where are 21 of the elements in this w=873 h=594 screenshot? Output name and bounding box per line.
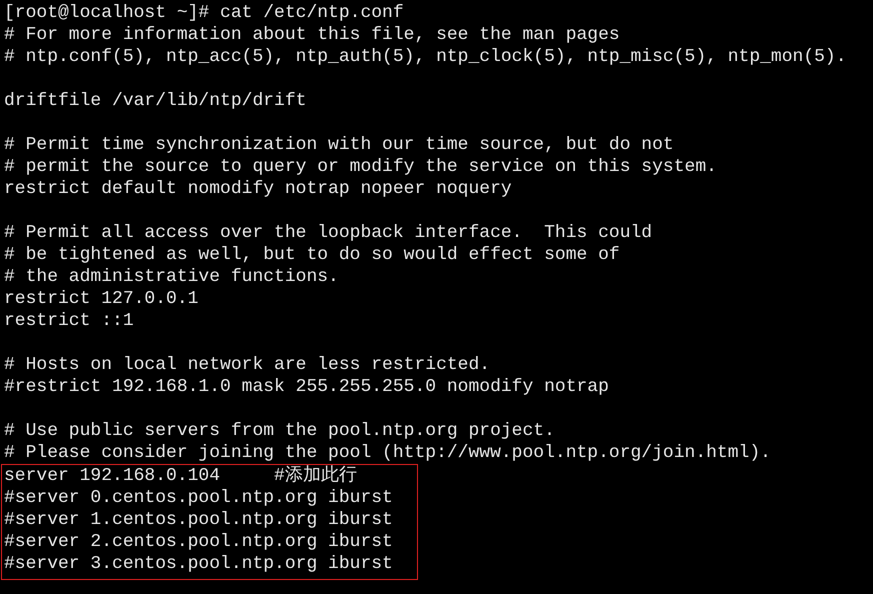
terminal-line: # Hosts on local network are less restricted.	[4, 354, 490, 376]
terminal-line: #server 0.centos.pool.ntp.org iburst	[4, 487, 393, 509]
terminal-line: # For more information about this file, see the man pages	[4, 24, 620, 46]
terminal-line: # ntp.conf(5), ntp_acc(5), ntp_auth(5), ntp_clock(5), ntp_misc(5), ntp_mon(5).	[4, 46, 847, 68]
terminal-line: # Permit time synchronization with our time source, but do not	[4, 134, 674, 156]
terminal-line: # permit the source to query or modify the service on this system.	[4, 156, 717, 178]
terminal-line: # be tightened as well, but to do so would effect some of	[4, 244, 620, 266]
terminal-line: driftfile /var/lib/ntp/drift	[4, 90, 306, 112]
terminal-line: restrict default nomodify notrap nopeer noquery	[4, 178, 512, 200]
terminal-line: restrict 127.0.0.1	[4, 288, 198, 310]
terminal-line: restrict ::1	[4, 310, 134, 332]
terminal-line: server 192.168.0.104 #添加此行	[4, 465, 357, 487]
terminal-line: # Use public servers from the pool.ntp.org project.	[4, 420, 555, 442]
terminal-line: #server 2.centos.pool.ntp.org iburst	[4, 531, 393, 553]
terminal-line: #restrict 192.168.1.0 mask 255.255.255.0 nomodify notrap	[4, 376, 609, 398]
terminal-line: [root@localhost ~]# cat /etc/ntp.conf	[4, 2, 404, 24]
terminal-line: # Please consider joining the pool (http://www.pool.ntp.org/join.html).	[4, 442, 771, 464]
terminal-line: #server 1.centos.pool.ntp.org iburst	[4, 509, 393, 531]
terminal-line: #server 3.centos.pool.ntp.org iburst	[4, 553, 393, 575]
terminal-line: # the administrative functions.	[4, 266, 339, 288]
terminal-line: # Permit all access over the loopback interface. This could	[4, 222, 652, 244]
